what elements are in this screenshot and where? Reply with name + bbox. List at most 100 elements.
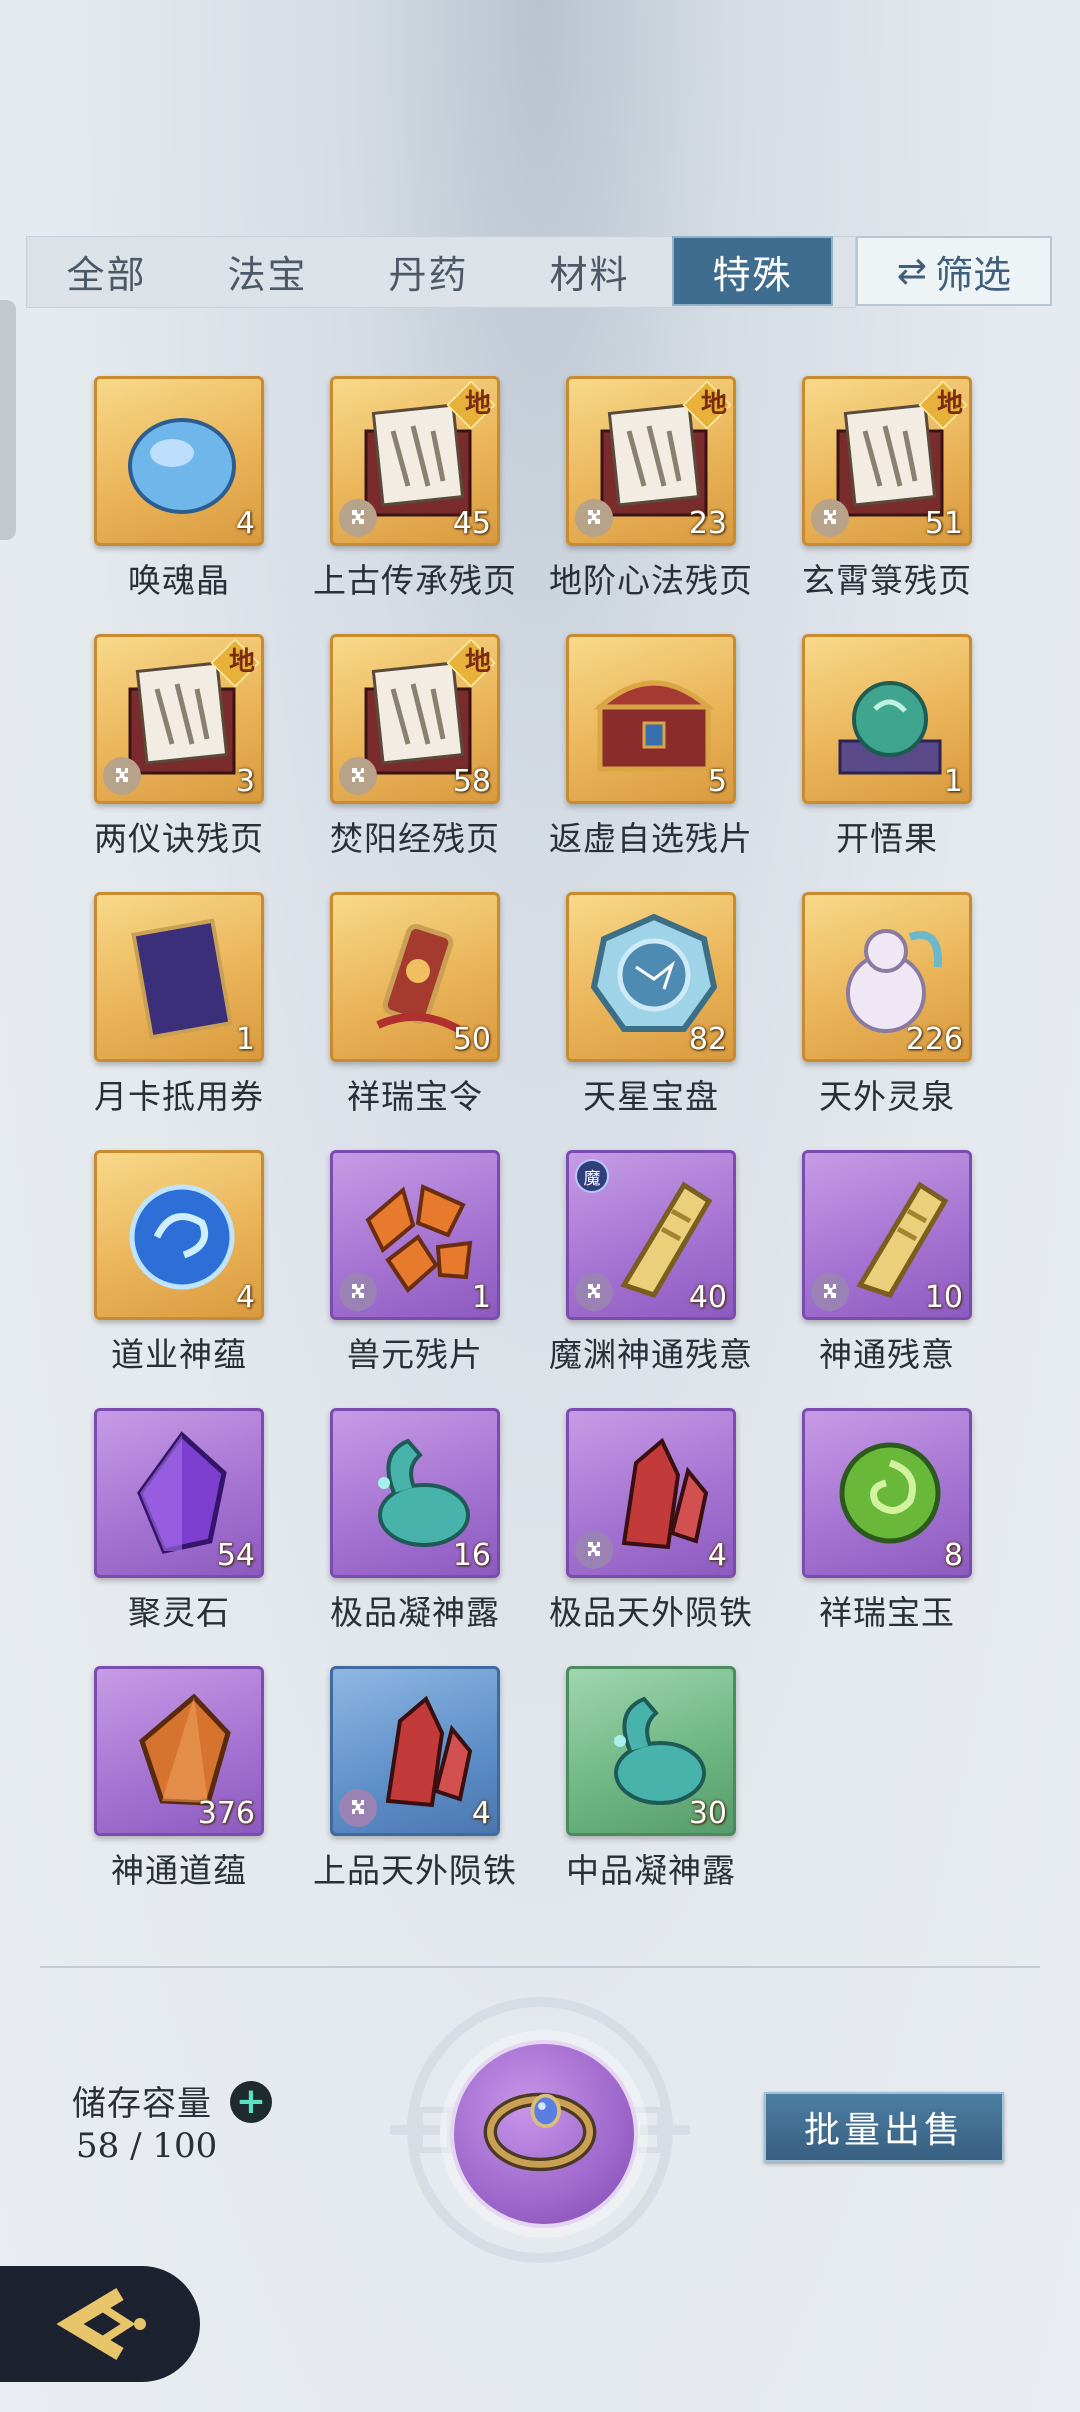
item-icon-tile: 30 <box>566 1666 736 1836</box>
inventory-item[interactable]: 30 中品凝神露 <box>566 1666 804 1926</box>
item-icon-tile: 16 <box>330 1408 500 1578</box>
inventory-item[interactable]: 地 51 玄霄箓残页 <box>802 376 1040 636</box>
item-count: 23 <box>688 506 727 541</box>
item-name: 月卡抵用券 <box>94 1077 264 1116</box>
item-name: 兽元残片 <box>347 1335 483 1374</box>
grade-label: 地 <box>936 389 963 419</box>
item-count: 4 <box>235 506 255 541</box>
swap-arrows-icon: ⇄ <box>896 250 928 292</box>
item-count: 50 <box>452 1022 491 1057</box>
item-count: 4 <box>235 1280 255 1315</box>
item-icon-tile: 376 <box>94 1666 264 1836</box>
item-count: 8 <box>943 1538 963 1573</box>
moon-card-icon <box>131 918 233 1040</box>
fragment-puzzle-icon <box>339 1273 377 1311</box>
item-name: 祥瑞宝玉 <box>819 1593 955 1632</box>
grade-label: 地 <box>228 647 255 677</box>
item-name: 极品天外陨铁 <box>549 1593 753 1632</box>
item-count: 5 <box>707 764 727 799</box>
item-count: 1 <box>235 1022 255 1057</box>
batch-sell-button[interactable]: 批量出售 <box>764 2092 1004 2162</box>
item-count: 1 <box>471 1280 491 1315</box>
item-name: 道业神蕴 <box>111 1335 247 1374</box>
item-count: 226 <box>905 1022 963 1057</box>
item-name: 神通道蕴 <box>111 1851 247 1890</box>
fragment-puzzle-icon <box>339 757 377 795</box>
item-icon-tile: 8 <box>802 1408 972 1578</box>
item-icon-tile: 1 <box>330 1150 500 1320</box>
divider <box>40 1966 1040 1968</box>
item-icon-tile: 5 <box>566 634 736 804</box>
enlightenment-fruit-icon <box>838 681 942 775</box>
item-name: 地阶心法残页 <box>549 561 753 600</box>
item-name: 聚灵石 <box>128 1593 230 1632</box>
item-icon-tile: 地 23 <box>566 376 736 546</box>
item-icon-tile: 地3 <box>94 634 264 804</box>
item-name: 天外灵泉 <box>819 1077 955 1116</box>
item-icon-tile: 1 <box>94 892 264 1062</box>
item-name: 中品凝神露 <box>566 1851 736 1890</box>
filter-button[interactable]: ⇄ 筛选 <box>856 236 1052 306</box>
item-count: 4 <box>471 1796 491 1831</box>
item-name: 上品天外陨铁 <box>313 1851 517 1890</box>
back-button[interactable] <box>0 2266 200 2382</box>
item-icon-tile: 4 <box>330 1666 500 1836</box>
item-icon-tile: 54 <box>94 1408 264 1578</box>
inventory-item[interactable]: 226 天外灵泉 <box>802 892 1040 1152</box>
item-name: 唤魂晶 <box>128 561 230 600</box>
swirl-orb-icon <box>129 1184 235 1290</box>
expand-storage-button[interactable]: + <box>230 2081 272 2123</box>
item-count: 3 <box>235 764 255 799</box>
item-count: 1 <box>943 764 963 799</box>
fragment-puzzle-icon <box>339 499 377 537</box>
grade-label: 地 <box>464 389 491 419</box>
item-name: 魔渊神通残意 <box>549 1335 753 1374</box>
item-name: 两仪诀残页 <box>94 819 264 858</box>
item-icon-tile: 4 <box>94 376 264 546</box>
inventory-item[interactable]: 8 祥瑞宝玉 <box>802 1408 1040 1668</box>
crystal-blue-icon <box>128 418 236 514</box>
storage-capacity-value: 58 / 100 <box>76 2126 218 2166</box>
tab-special[interactable]: 特殊 <box>672 236 833 306</box>
demon-badge: 魔 <box>575 1159 609 1193</box>
tab-materials[interactable]: 材料 <box>509 236 670 306</box>
item-icon-tile: 地 58 <box>330 634 500 804</box>
back-arrow-icon <box>56 2287 146 2361</box>
category-tabs: 全部 法宝 丹药 材料 特殊 ⇄ 筛选 <box>26 236 1052 308</box>
fragment-puzzle-icon <box>575 1531 613 1569</box>
tab-all[interactable]: 全部 <box>26 236 187 306</box>
item-name: 神通残意 <box>819 1335 955 1374</box>
item-name: 返虚自选残片 <box>549 819 753 858</box>
item-count: 45 <box>452 506 491 541</box>
tab-pills[interactable]: 丹药 <box>348 236 509 306</box>
storage-ring-button[interactable] <box>450 2040 638 2228</box>
storage-capacity-label: 储存容量 <box>72 2084 212 2124</box>
item-count: 376 <box>197 1796 255 1831</box>
item-icon-tile: 82 <box>566 892 736 1062</box>
tab-treasure[interactable]: 法宝 <box>187 236 348 306</box>
item-name: 祥瑞宝令 <box>347 1077 483 1116</box>
fragment-puzzle-icon <box>339 1789 377 1827</box>
inventory-item[interactable]: 1 开悟果 <box>802 634 1040 894</box>
grade-label: 地 <box>700 389 727 419</box>
side-drawer-handle[interactable] <box>0 300 16 540</box>
inventory-item[interactable]: 10 神通残意 <box>802 1150 1040 1410</box>
item-count: 58 <box>452 764 491 799</box>
item-name: 焚阳经残页 <box>330 819 500 858</box>
item-icon-tile: 地 45 <box>330 376 500 546</box>
item-icon-tile: 10 <box>802 1150 972 1320</box>
item-count: 82 <box>688 1022 727 1057</box>
item-name: 开悟果 <box>836 819 938 858</box>
ring-icon <box>483 2092 597 2172</box>
fragment-puzzle-icon <box>575 499 613 537</box>
item-count: 10 <box>924 1280 963 1315</box>
item-icon-tile: 4 <box>566 1408 736 1578</box>
item-icon-tile: 226 <box>802 892 972 1062</box>
jade-swirl-icon <box>839 1442 941 1544</box>
item-icon-tile: 4 <box>94 1150 264 1320</box>
fragment-puzzle-icon <box>811 1273 849 1311</box>
fragment-puzzle-icon <box>103 757 141 795</box>
item-icon-tile: 地 51 <box>802 376 972 546</box>
item-name: 上古传承残页 <box>313 561 517 600</box>
item-icon-tile: 魔 40 <box>566 1150 736 1320</box>
